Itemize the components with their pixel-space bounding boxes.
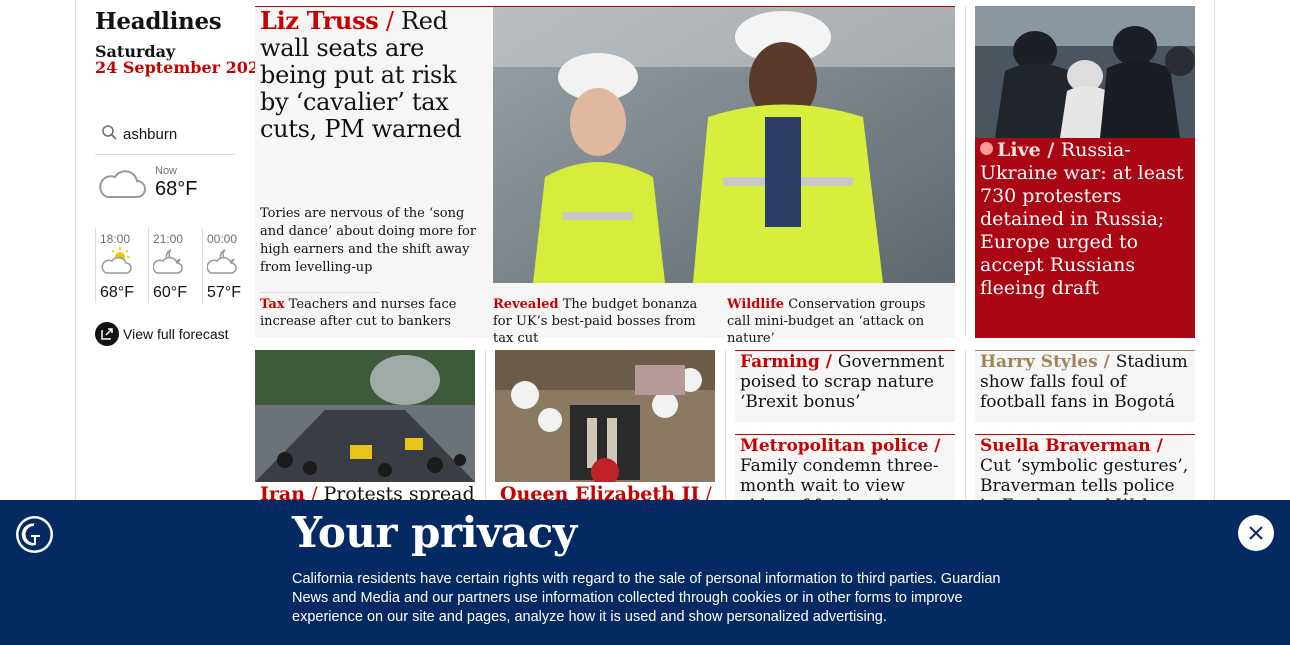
live-story-card[interactable]: Live / Russia-Ukraine war: at least 730 … xyxy=(975,6,1195,338)
iran-photo[interactable] xyxy=(255,350,475,482)
police-kicker[interactable]: Metropolitan police xyxy=(740,436,928,456)
guardian-logo-icon xyxy=(16,516,53,553)
column-divider xyxy=(965,6,966,336)
live-headline-text[interactable]: Russia-Ukraine war: at least 730 protest… xyxy=(980,139,1184,299)
close-button[interactable] xyxy=(1238,515,1274,551)
search-input[interactable]: ashburn xyxy=(123,126,177,143)
column-divider xyxy=(725,350,726,500)
partly-cloudy-night-icon xyxy=(153,249,183,274)
close-icon xyxy=(1249,526,1263,540)
privacy-banner: Your privacy California residents have c… xyxy=(0,500,1290,645)
forecast-time: 00:00 xyxy=(207,232,238,246)
partly-sunny-icon xyxy=(101,247,132,274)
queen-photo[interactable] xyxy=(495,350,715,482)
sublink-tax[interactable]: Tax Teachers and nurses face increase af… xyxy=(260,296,485,330)
cloud-icon xyxy=(95,165,147,205)
privacy-text: California residents have certain rights… xyxy=(292,571,1001,625)
forecast-time: 21:00 xyxy=(153,232,184,246)
live-indicator-icon xyxy=(980,142,993,155)
lead-standfirst: Tories are nervous of the ‘song and danc… xyxy=(260,206,477,275)
harry-styles-card[interactable]: Harry Styles / Stadium show falls foul o… xyxy=(975,350,1195,422)
sublink-text[interactable]: Teachers and nurses face increase after … xyxy=(260,297,456,329)
lead-story-card[interactable]: Liz Truss / Red wall seats are being put… xyxy=(255,6,955,346)
date-full: 24 September 2022 xyxy=(95,58,271,77)
weather-now-label: Now xyxy=(155,165,178,177)
section-title[interactable]: Headlines xyxy=(95,8,222,35)
partly-cloudy-night-icon xyxy=(207,249,237,274)
live-photo[interactable] xyxy=(975,6,1195,138)
live-kicker[interactable]: Live xyxy=(997,139,1041,161)
lead-headline[interactable]: Liz Truss / Red wall seats are being put… xyxy=(260,7,490,143)
sublinks-divider xyxy=(260,292,380,293)
suella-text[interactable]: Cut ‘symbolic gestures’, Braverman tells… xyxy=(980,456,1188,504)
search-icon xyxy=(102,125,117,140)
harry-kicker[interactable]: Harry Styles xyxy=(980,352,1098,372)
farming-card[interactable]: Farming / Government poised to scrap nat… xyxy=(735,350,955,422)
forecast-item: 21:00 60°F xyxy=(148,228,198,303)
sublink-kicker[interactable]: Wildlife xyxy=(727,297,784,312)
suella-kicker[interactable]: Suella Braverman xyxy=(980,436,1151,456)
column-divider xyxy=(485,350,486,500)
weather-now-temp: 68°F xyxy=(155,178,198,200)
view-full-forecast-label[interactable]: View full forecast xyxy=(123,326,229,342)
farming-kicker[interactable]: Farming xyxy=(740,352,820,372)
sublink-kicker[interactable]: Revealed xyxy=(493,297,559,312)
forecast-row: 18:00 68°F 21:00 60°F 00:00 57°F xyxy=(95,228,245,303)
police-text[interactable]: Family condemn three-month wait to view … xyxy=(740,456,939,504)
sublink-revealed[interactable]: Revealed The budget bonanza for UK’s bes… xyxy=(493,296,718,347)
column-divider xyxy=(965,350,966,500)
forecast-time: 18:00 xyxy=(100,232,131,246)
privacy-title: Your privacy xyxy=(292,508,577,557)
forecast-item: 18:00 68°F xyxy=(95,228,145,303)
forecast-item: 00:00 57°F xyxy=(202,228,252,303)
forecast-temp: 60°F xyxy=(153,284,187,301)
sublink-kicker[interactable]: Tax xyxy=(260,297,285,312)
lead-kicker[interactable]: Liz Truss xyxy=(260,6,379,35)
live-headline[interactable]: Live / Russia-Ukraine war: at least 730 … xyxy=(980,139,1192,300)
weather-location-search[interactable]: ashburn xyxy=(95,120,235,155)
forecast-temp: 57°F xyxy=(207,284,241,301)
lead-photo[interactable] xyxy=(493,7,955,283)
sublink-wildlife[interactable]: Wildlife Conservation groups call mini-b… xyxy=(727,296,952,347)
external-link-icon xyxy=(95,322,119,346)
forecast-temp: 68°F xyxy=(100,284,134,301)
police-card[interactable]: Metropolitan police / Family condemn thr… xyxy=(735,434,955,504)
suella-card[interactable]: Suella Braverman / Cut ‘symbolic gesture… xyxy=(975,434,1195,504)
